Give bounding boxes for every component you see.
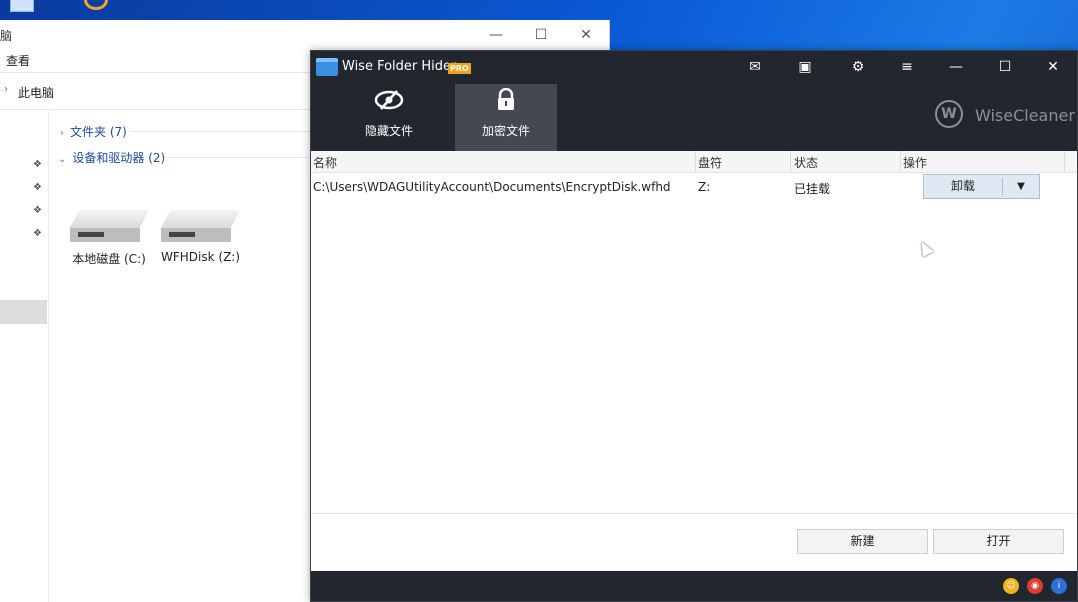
unmount-button[interactable]: 卸载 (924, 175, 1002, 198)
drive-label: WFHDisk (Z:) (161, 250, 241, 264)
cell-path: C:\Users\WDAGUtilityAccount\Documents\En… (313, 180, 671, 194)
chevron-down-icon: ⌄ (58, 154, 67, 165)
chevron-right-icon: › (60, 128, 64, 139)
drive-c[interactable]: 本地磁盘 (C:) (68, 210, 150, 267)
new-button[interactable]: 新建 (797, 529, 928, 554)
cell-drive: Z: (698, 180, 711, 194)
group-folders[interactable]: › 文件夹 (7) (60, 123, 127, 140)
maximize-icon[interactable]: ☐ (518, 20, 564, 50)
dropdown-arrow-icon[interactable]: ▼ (1003, 175, 1039, 198)
explorer-title: 脑 (0, 29, 13, 43)
menu-icon[interactable]: ≡ (887, 51, 927, 83)
brand-name: WiseCleaner (975, 106, 1075, 125)
weibo-icon[interactable]: ◉ (1027, 578, 1043, 594)
drive-label: 本地磁盘 (C:) (72, 252, 146, 266)
nav-selected-item[interactable] (0, 300, 47, 324)
feedback-icon[interactable]: ▣ (785, 51, 825, 83)
app-title: Wise Folder Hider (342, 59, 457, 74)
close-icon[interactable]: ✕ (563, 20, 609, 50)
app-logo-icon (316, 58, 338, 76)
pin-icon[interactable]: ❖ (33, 182, 42, 193)
column-drive[interactable]: 盘符 (698, 154, 722, 171)
column-name[interactable]: 名称 (313, 154, 337, 171)
open-button[interactable]: 打开 (933, 529, 1064, 554)
maximize-icon[interactable]: ☐ (985, 51, 1025, 83)
table-header: 名称 盘符 状态 操作 (311, 151, 1077, 173)
desktop: 脑 — ☐ ✕ 查看 › 此电脑 ❖ ❖ ❖ ❖ › 文件夹 (7) ⌄ 设备和驱动… (0, 0, 1078, 602)
lock-icon (455, 87, 557, 122)
cell-status: 已挂载 (794, 182, 831, 196)
breadcrumb[interactable]: 此电脑 (18, 84, 54, 101)
mouse-cursor-icon (916, 239, 934, 257)
column-status[interactable]: 状态 (794, 154, 818, 171)
minimize-icon[interactable]: — (936, 51, 976, 83)
smiley-icon[interactable]: ☺ (1003, 578, 1019, 594)
eye-slash-icon (338, 88, 440, 122)
minimize-icon[interactable]: — (473, 20, 519, 50)
close-icon[interactable]: ✕ (1033, 51, 1073, 83)
explorer-titlebar[interactable]: 脑 — ☐ ✕ (0, 20, 609, 50)
tab-hide-files[interactable]: 隐藏文件 (338, 84, 440, 151)
desktop-shortcut-icon[interactable] (84, 0, 108, 10)
wisecleaner-logo-icon: W (935, 100, 963, 128)
pin-icon[interactable]: ❖ (33, 228, 42, 239)
tab-encrypt-files[interactable]: 加密文件 (455, 84, 557, 151)
pro-badge: PRO (448, 63, 471, 74)
navigation-pane: ❖ ❖ ❖ ❖ (0, 109, 49, 602)
hard-drive-icon (68, 210, 150, 244)
info-icon[interactable]: i (1051, 578, 1067, 594)
hard-drive-icon (159, 210, 241, 244)
gear-icon[interactable]: ⚙ (838, 51, 878, 83)
status-bar: ☺ ◉ i (311, 571, 1077, 601)
wise-folder-hider-window: Wise Folder Hider PRO ✉ ▣ ⚙ ≡ — ☐ ✕ 隐藏文件 (310, 50, 1078, 602)
pin-icon[interactable]: ❖ (33, 159, 42, 170)
mail-icon[interactable]: ✉ (735, 51, 775, 83)
pin-icon[interactable]: ❖ (33, 205, 42, 216)
chevron-right-icon[interactable]: › (4, 84, 8, 95)
drive-z[interactable]: WFHDisk (Z:) (159, 210, 241, 264)
desktop-shortcut-icon[interactable] (10, 0, 34, 12)
app-header: Wise Folder Hider PRO ✉ ▣ ⚙ ≡ — ☐ ✕ 隐藏文件 (311, 51, 1077, 151)
unmount-split-button: 卸载 ▼ (923, 174, 1040, 199)
column-action[interactable]: 操作 (903, 154, 927, 171)
group-devices[interactable]: ⌄ 设备和驱动器 (2) (58, 149, 165, 166)
